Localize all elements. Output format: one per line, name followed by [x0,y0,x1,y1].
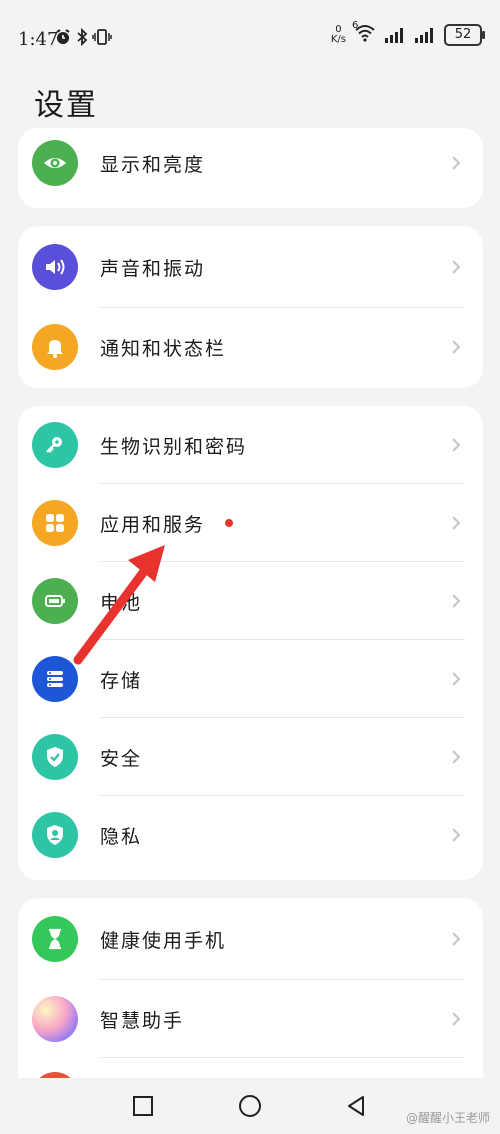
settings-item-security[interactable]: 安全 [18,718,483,796]
settings-item-battery[interactable]: 电池 [18,562,483,640]
settings-item-storage[interactable]: 存储 [18,640,483,718]
chevron-right-icon [452,260,461,274]
new-badge-dot [225,519,233,527]
settings-card-wellbeing: 健康使用手机 智慧助手 [18,898,483,1098]
settings-item-label: 应用和服务 [100,513,206,536]
settings-card-display: 显示和亮度 [18,128,483,208]
status-time: 1:47 [18,29,59,50]
settings-item-display[interactable]: 显示和亮度 [18,128,483,198]
settings-item-label: 声音和振动 [100,257,206,280]
settings-item-sound[interactable]: 声音和振动 [18,226,483,308]
chevron-right-icon [452,1012,461,1026]
navigation-bar: @醒醒小王老师 [0,1078,500,1134]
settings-item-apps-services[interactable]: 应用和服务 [18,484,483,562]
speaker-icon [32,244,78,290]
settings-item-label: 智慧助手 [100,1009,185,1032]
status-left-icons [54,28,112,46]
alarm-icon [56,29,70,44]
chevron-right-icon [452,750,461,764]
watermark: @醒醒小王老师 [405,1111,490,1125]
settings-card-sound: 声音和振动 通知和状态栏 [18,226,483,388]
chevron-right-icon [452,156,461,170]
chevron-right-icon [452,932,461,946]
assistant-orb-icon [32,996,78,1042]
cellular-signal-icon-2 [415,28,433,43]
privacy-shield-icon [32,812,78,858]
wifi-indicator: 6 [352,20,376,46]
cellular-signal-icon [385,28,403,43]
hourglass-icon [32,916,78,962]
settings-item-label: 生物识别和密码 [100,435,248,458]
back-button[interactable] [339,1089,373,1123]
triangle-back-icon [348,1096,364,1116]
square-icon [133,1096,153,1116]
circle-icon [239,1095,261,1117]
chevron-right-icon [452,438,461,452]
status-bar: 1:47 0 K/s 6 52 [0,0,500,78]
settings-item-label: 隐私 [100,825,143,848]
settings-item-label: 通知和状态栏 [100,337,227,360]
storage-icon [32,656,78,702]
settings-item-privacy[interactable]: 隐私 [18,796,483,874]
home-button[interactable] [233,1089,267,1123]
settings-item-label: 安全 [100,747,143,770]
network-speed: 0 K/s [330,24,346,45]
settings-item-biometrics[interactable]: 生物识别和密码 [18,406,483,484]
shield-check-icon [32,734,78,780]
key-icon [32,422,78,468]
bell-icon [32,324,78,370]
page-title: 设置 [34,88,98,123]
apps-grid-icon [32,500,78,546]
recents-button[interactable] [126,1089,160,1123]
settings-item-label: 电池 [100,591,143,614]
chevron-right-icon [452,516,461,530]
settings-item-assistant[interactable]: 智慧助手 [18,980,483,1058]
settings-item-label: 健康使用手机 [100,929,227,952]
eye-icon [32,140,78,186]
vibrate-icon [92,29,112,45]
chevron-right-icon [452,340,461,354]
chevron-right-icon [452,594,461,608]
battery-indicator: 52 [444,24,485,46]
chevron-right-icon [452,828,461,842]
battery-icon [32,578,78,624]
chevron-right-icon [452,672,461,686]
settings-item-label: 存储 [100,669,143,692]
settings-card-system: 生物识别和密码 应用和服务 电池 存储 安全 隐私 [18,406,483,880]
settings-item-label: 显示和亮度 [100,153,206,176]
settings-item-notifications[interactable]: 通知和状态栏 [18,308,483,386]
settings-item-digital-wellbeing[interactable]: 健康使用手机 [18,898,483,980]
bluetooth-icon [77,28,88,46]
status-right-icons: 0 K/s 6 52 [330,20,485,46]
